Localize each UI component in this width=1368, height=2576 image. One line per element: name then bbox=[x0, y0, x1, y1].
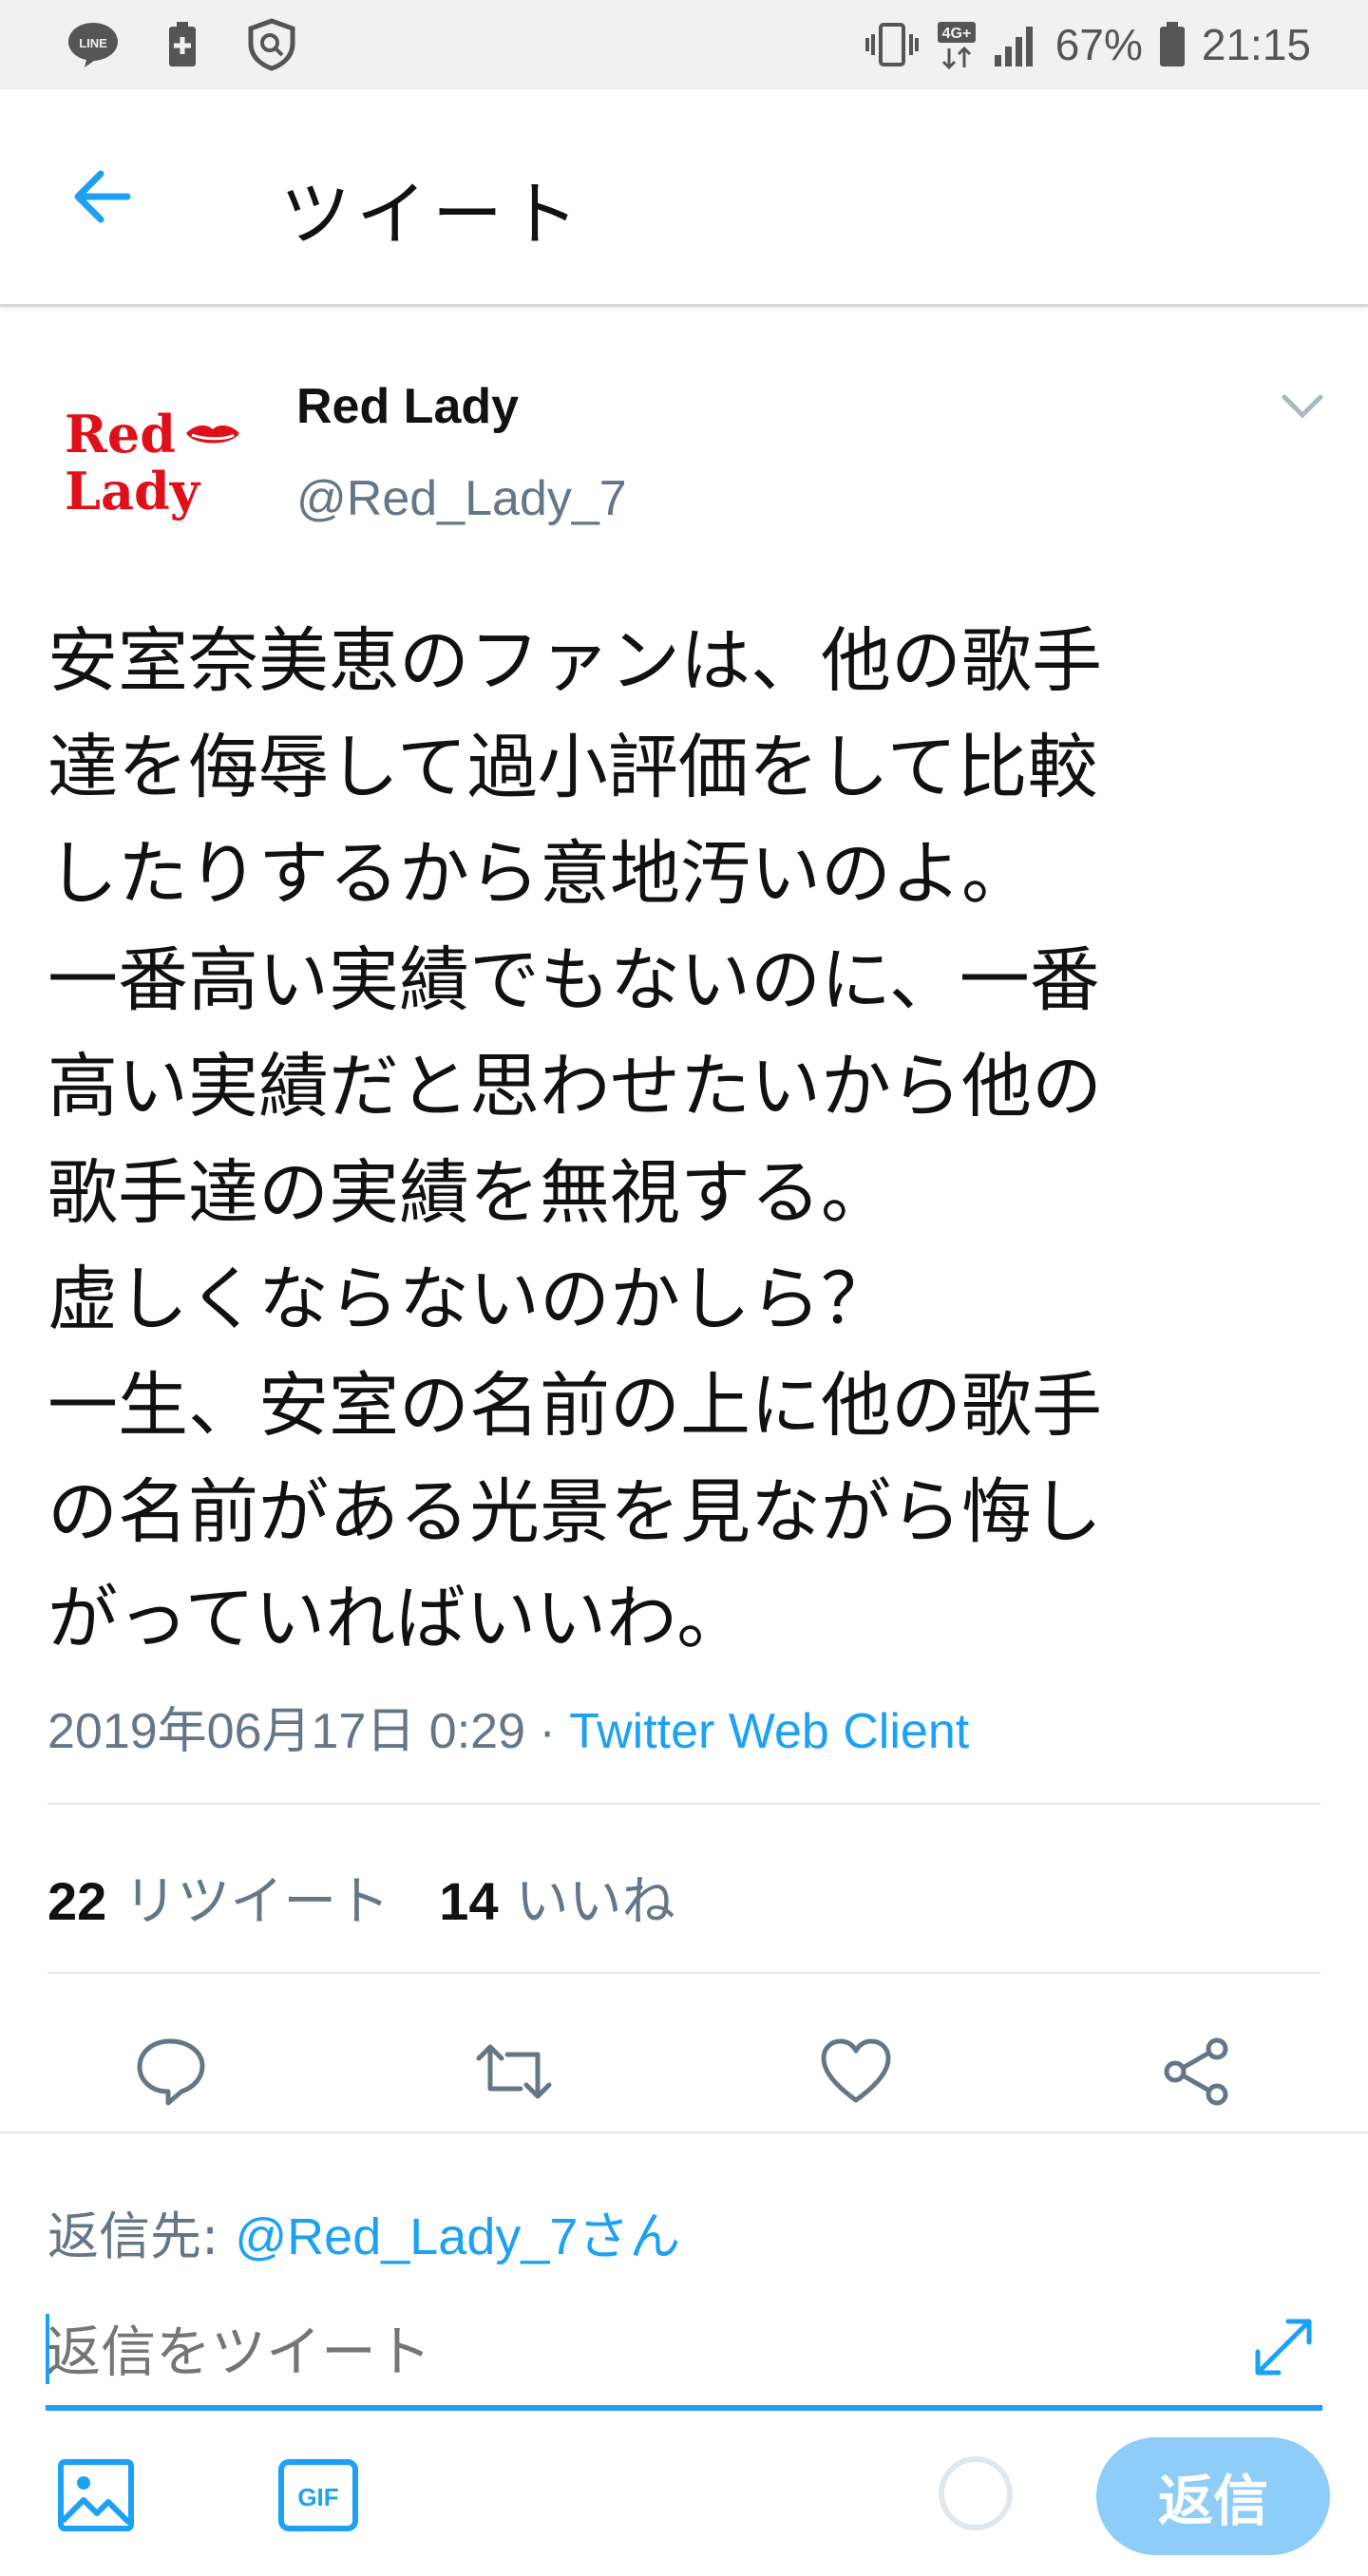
battery-plus-icon bbox=[165, 21, 200, 68]
battery-icon bbox=[1158, 21, 1187, 68]
tweet-stats: 22 リツイート 14 いいね bbox=[48, 1859, 675, 1936]
expand-icon[interactable] bbox=[1250, 2314, 1317, 2380]
back-arrow-icon[interactable] bbox=[68, 163, 135, 230]
line-app-icon: LINE bbox=[66, 21, 120, 68]
status-bar: LINE 4G+ 67% 21:15 bbox=[0, 0, 1368, 89]
signal-icon bbox=[993, 21, 1040, 68]
retweet-stat[interactable]: 22 リツイート bbox=[48, 1859, 390, 1936]
svg-text:GIF: GIF bbox=[297, 2483, 338, 2511]
clock: 21:15 bbox=[1201, 20, 1311, 69]
divider bbox=[48, 1803, 1320, 1805]
share-action[interactable] bbox=[1153, 2029, 1239, 2114]
reply-to: 返信先: @Red_Lady_7さん bbox=[48, 2194, 680, 2269]
heart-icon bbox=[821, 2038, 891, 2103]
retweet-label: リツイート bbox=[124, 1871, 390, 1933]
app-header: ツイート bbox=[0, 89, 1368, 307]
like-count: 14 bbox=[439, 1871, 499, 1931]
tweet-actions bbox=[0, 2014, 1368, 2128]
page-title: ツイート bbox=[280, 174, 584, 256]
author-name[interactable]: Red Lady bbox=[296, 378, 519, 435]
divider bbox=[48, 1972, 1320, 1974]
svg-text:Red: Red bbox=[65, 404, 176, 464]
retweet-count: 22 bbox=[48, 1871, 107, 1931]
character-counter bbox=[939, 2456, 1013, 2530]
network-4g-icon: 4G+ bbox=[936, 18, 978, 71]
battery-percent: 67% bbox=[1054, 20, 1143, 69]
like-label: いいね bbox=[515, 1871, 675, 1933]
share-icon bbox=[1164, 2037, 1228, 2106]
reply-action[interactable] bbox=[127, 2029, 213, 2114]
retweet-icon bbox=[476, 2044, 552, 2099]
like-action[interactable] bbox=[813, 2029, 899, 2114]
tweet-text: 安室奈美恵のファンは、他の歌手 達を侮辱して過小評価をして比較 したりするから意… bbox=[48, 620, 1102, 1659]
meta-separator: · bbox=[525, 1704, 570, 1759]
svg-text:4G+: 4G+ bbox=[941, 26, 971, 42]
like-stat[interactable]: 14 いいね bbox=[439, 1859, 674, 1936]
text-caret bbox=[46, 2314, 49, 2384]
tweet-client-link[interactable]: Twitter Web Client bbox=[569, 1704, 969, 1759]
author-handle[interactable]: @Red_Lady_7 bbox=[296, 470, 627, 527]
reply-input[interactable] bbox=[46, 2299, 1322, 2411]
reply-to-label: 返信先: bbox=[48, 2207, 236, 2266]
svg-text:LINE: LINE bbox=[79, 36, 107, 50]
gif-icon[interactable]: GIF bbox=[276, 2453, 361, 2538]
chevron-down-icon[interactable] bbox=[1279, 388, 1326, 426]
image-icon[interactable] bbox=[53, 2453, 139, 2538]
compose-divider bbox=[0, 2131, 1368, 2133]
vibrate-icon bbox=[864, 21, 921, 68]
retweet-action[interactable] bbox=[471, 2029, 557, 2114]
avatar[interactable]: Red Lady bbox=[59, 397, 249, 521]
reply-to-handle[interactable]: @Red_Lady_7さん bbox=[235, 2208, 680, 2265]
shield-search-icon bbox=[245, 18, 298, 71]
comment-icon bbox=[137, 2038, 205, 2106]
tweet-meta: 2019年06月17日 0:29 · Twitter Web Client bbox=[48, 1691, 969, 1762]
svg-text:Lady: Lady bbox=[65, 461, 201, 521]
reply-button[interactable]: 返信 bbox=[1096, 2437, 1330, 2555]
tweet-date: 2019年06月17日 0:29 bbox=[48, 1704, 526, 1759]
